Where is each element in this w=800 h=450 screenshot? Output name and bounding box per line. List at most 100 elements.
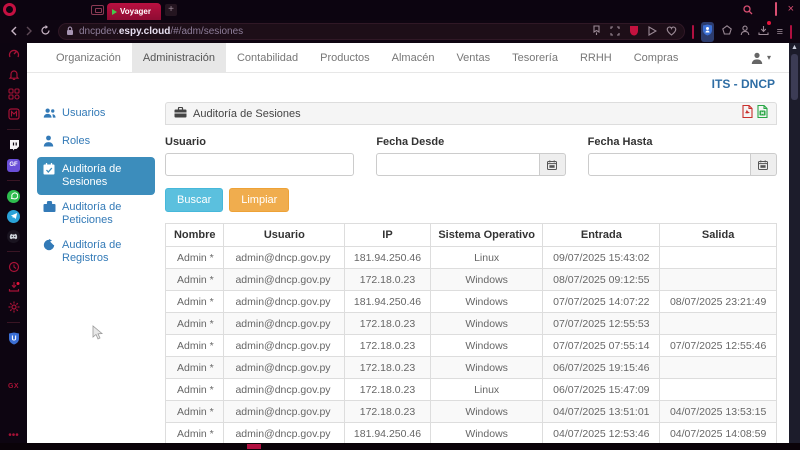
ublock-shield-icon[interactable]: U [7,331,21,345]
table-row[interactable]: Admin * admin@dncp.gov.py 172.18.0.23 Wi… [166,401,777,423]
navbar-menu-item[interactable]: Tesorería [501,43,569,72]
search-icon[interactable] [743,5,753,15]
vpn-shield-icon[interactable] [701,22,714,42]
cell-nombre: Admin * [166,291,224,313]
adblock-badge-icon[interactable] [629,23,639,41]
table-row[interactable]: Admin * admin@dncp.gov.py 181.94.250.46 … [166,423,777,444]
user-menu[interactable]: ▾ [750,43,789,72]
gx-corner-icon[interactable] [91,5,104,15]
mods-grid-icon[interactable] [7,87,21,101]
pinboard-icon[interactable] [722,23,732,41]
gx-speed-icon[interactable] [7,47,21,61]
maximize-icon[interactable] [775,3,777,16]
cell-usuario: admin@dncp.gov.py [224,269,345,291]
navbar-menu-item[interactable]: Administración [132,43,226,72]
usuario-input[interactable] [165,153,354,176]
screenshot-icon[interactable] [610,23,620,41]
sidebar-item-auditoria-peticiones[interactable]: Auditoría de Peticiones [37,195,155,233]
fecha-desde-input[interactable] [376,153,539,176]
install-icon[interactable] [7,280,21,294]
pin-icon[interactable] [592,23,601,41]
navbar-menu-item[interactable]: RRHH [569,43,623,72]
table-row[interactable]: Admin * admin@dncp.gov.py 172.18.0.23 Wi… [166,313,777,335]
table-header-cell[interactable]: IP [345,224,431,247]
scrollbar-up-arrow-icon[interactable]: ▲ [791,43,798,53]
table-row[interactable]: Admin * admin@dncp.gov.py 172.18.0.23 Li… [166,379,777,401]
table-header-cell[interactable]: Usuario [224,224,345,247]
excel-export-icon[interactable] [757,105,768,123]
panel-header: Auditoría de Sesiones [165,102,777,125]
new-tab-button[interactable]: + [165,4,177,16]
cell-salida [660,313,777,335]
sidebar-item-usuarios[interactable]: Usuarios [37,101,155,129]
whatsapp-icon[interactable] [7,189,21,203]
table-row[interactable]: Admin * admin@dncp.gov.py 181.94.250.46 … [166,247,777,269]
cell-entrada: 07/07/2025 14:07:22 [543,291,660,313]
cell-nombre: Admin * [166,335,224,357]
table-header-cell[interactable]: Entrada [543,224,660,247]
table-header-cell[interactable]: Salida [660,224,777,247]
discord-icon[interactable] [7,229,21,243]
navbar-menu-item[interactable]: Ventas [445,43,501,72]
back-icon[interactable] [10,25,18,39]
forward-icon[interactable] [25,25,33,39]
settings-gear-icon[interactable] [7,300,21,314]
cell-salida: 04/07/2025 13:53:15 [660,401,777,423]
gx-sidebar-divider [7,322,20,323]
twitch-icon[interactable] [7,138,21,152]
cell-salida: 07/07/2025 12:55:46 [660,335,777,357]
page-scrollbar[interactable]: ▲ [789,43,800,443]
user-icon [43,135,56,151]
address-bar[interactable]: dncpdev.espy.cloud/#/adm/sesiones [58,23,685,40]
cell-usuario: admin@dncp.gov.py [224,335,345,357]
table-row[interactable]: Admin * admin@dncp.gov.py 181.94.250.46 … [166,291,777,313]
cell-ip: 172.18.0.23 [345,379,431,401]
more-dots-icon[interactable]: ••• [8,433,19,439]
telegram-icon[interactable] [7,209,21,223]
navbar-menu-item[interactable]: Almacén [381,43,446,72]
gx-logo-icon[interactable]: GX [7,379,21,393]
messenger-m-icon[interactable] [7,107,21,121]
scrollbar-thumb[interactable] [791,54,798,100]
table-row[interactable]: Admin * admin@dncp.gov.py 172.18.0.23 Wi… [166,335,777,357]
cell-usuario: admin@dncp.gov.py [224,379,345,401]
opera-gx-logo-icon[interactable] [3,3,16,16]
flow-send-icon[interactable] [648,23,657,41]
cell-nombre: Admin * [166,269,224,291]
fecha-hasta-input[interactable] [588,153,751,176]
download-badge-dot [767,21,771,25]
downloads-icon[interactable] [758,23,769,41]
reload-icon[interactable] [40,25,51,39]
gx-sidebar-divider [7,251,20,252]
favorites-heart-icon[interactable] [666,23,677,41]
table-row[interactable]: Admin * admin@dncp.gov.py 172.18.0.23 Wi… [166,269,777,291]
cell-nombre: Admin * [166,357,224,379]
fecha-hasta-calendar-button[interactable] [751,153,777,176]
navbar-menu-item[interactable]: Compras [623,43,690,72]
tab-title: Voyager [120,7,151,16]
profile-icon[interactable] [740,23,750,41]
gx-store-icon[interactable]: GF [7,158,21,172]
buscar-button[interactable]: Buscar [165,188,223,212]
easy-setup-icon[interactable]: ≡ [777,26,783,38]
sidebar-item-auditoria-sesiones[interactable]: Auditoría de Sesiones [37,157,155,195]
limpiar-button[interactable]: Limpiar [229,188,289,212]
sidebar-item-roles[interactable]: Roles [37,129,155,157]
url-text: dncpdev.espy.cloud/#/adm/sesiones [79,26,243,37]
notifications-bell-icon[interactable] [7,67,21,81]
table-header-cell[interactable]: Sistema Operativo [430,224,543,247]
cell-sistema-operativo: Windows [430,313,543,335]
history-clock-icon[interactable] [7,260,21,274]
navbar-menu-item[interactable]: Productos [309,43,381,72]
filter-form: Usuario Fecha Desde [165,136,777,176]
cell-sistema-operativo: Linux [430,247,543,269]
table-row[interactable]: Admin * admin@dncp.gov.py 172.18.0.23 Wi… [166,357,777,379]
table-header-cell[interactable]: Nombre [166,224,224,247]
pdf-export-icon[interactable] [742,105,753,123]
navbar-menu-item[interactable]: Organización [45,43,132,72]
navbar-menu-item[interactable]: Contabilidad [226,43,309,72]
browser-tab-voyager[interactable]: Voyager [107,3,161,20]
close-icon[interactable]: × [788,3,794,16]
sidebar-item-auditoria-registros[interactable]: Auditoría de Registros [37,233,155,271]
fecha-desde-calendar-button[interactable] [540,153,566,176]
